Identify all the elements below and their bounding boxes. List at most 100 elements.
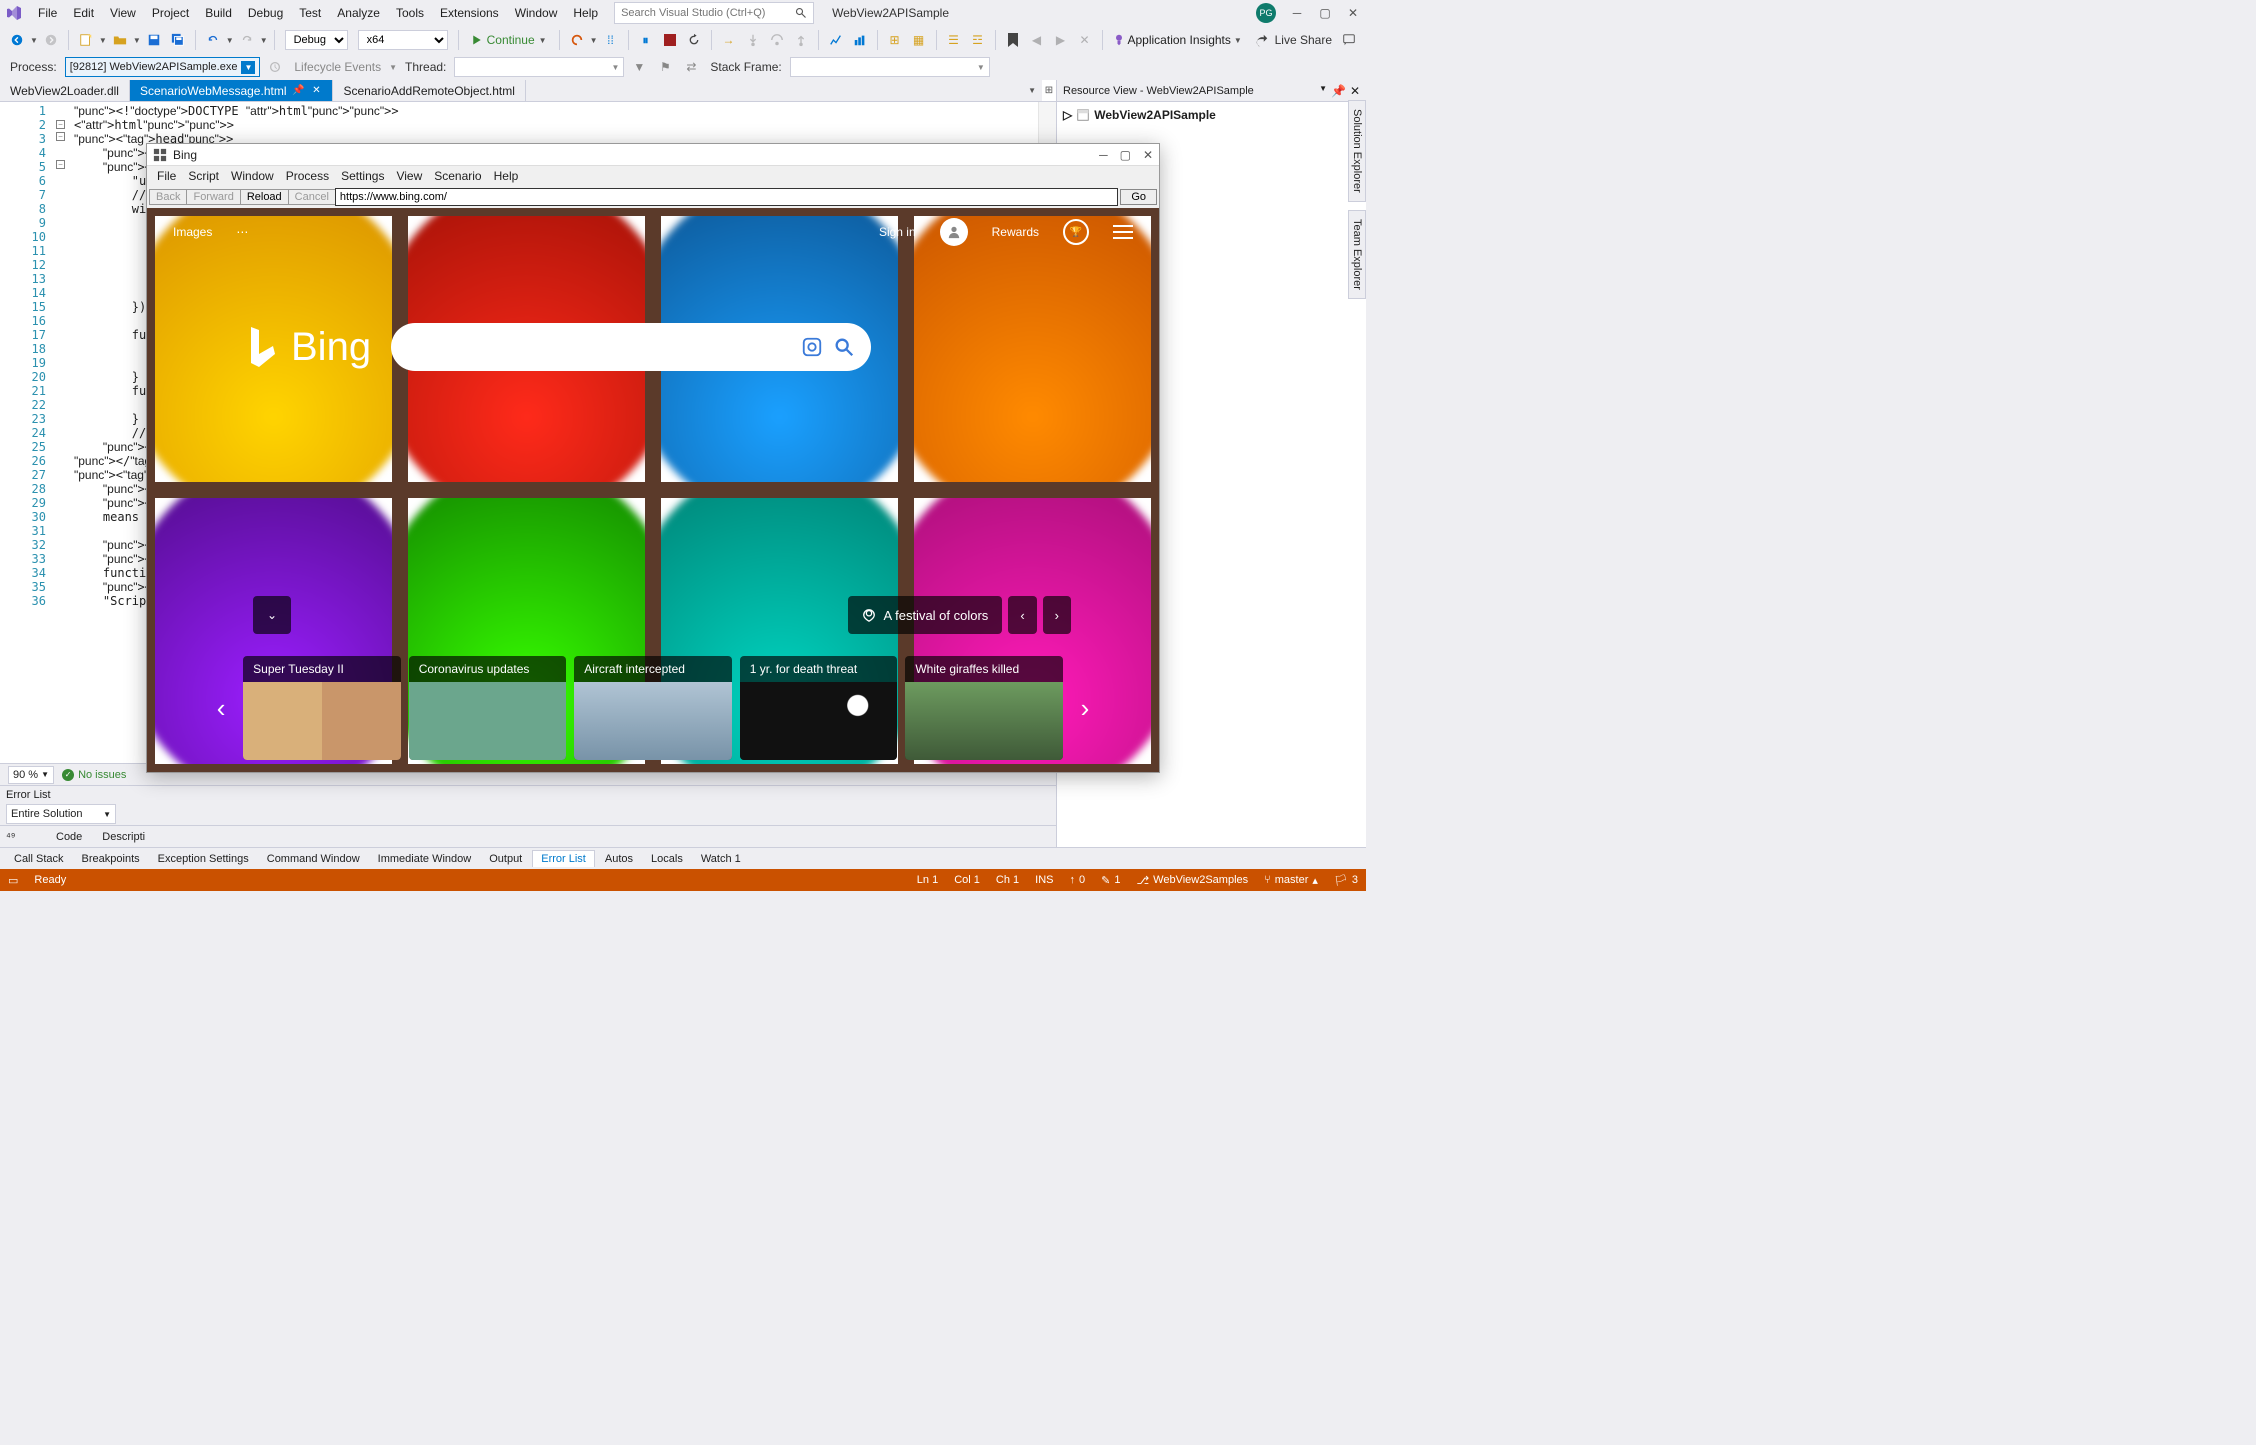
wv2-cancel-button[interactable]: Cancel [288,189,336,205]
split-icon[interactable]: ⊞ [1045,85,1053,96]
filter-icon[interactable]: ▼ [628,56,650,78]
menu-help[interactable]: Help [565,2,606,24]
errlist-col-code[interactable]: Code [56,831,82,843]
wv2-menu-view[interactable]: View [390,169,428,183]
wv2-menu-script[interactable]: Script [182,169,225,183]
menu-file[interactable]: File [30,2,65,24]
bing-hotd-info[interactable]: A festival of colors [848,596,1003,634]
close-tab-icon[interactable]: ✕ [310,85,322,97]
quick-launch-input[interactable] [621,7,781,19]
stop-icon[interactable] [659,29,681,51]
bing-rewards-icon[interactable]: 🏆 [1063,219,1089,245]
nav-forward-icon[interactable] [40,29,62,51]
process-dropdown[interactable]: [92812] WebView2APISample.exe▼ [65,57,261,77]
tab-breakpoints[interactable]: Breakpoints [74,851,148,867]
step-out-icon[interactable] [790,29,812,51]
tool-icon-4[interactable]: ☲ [967,29,989,51]
menu-project[interactable]: Project [144,2,197,24]
save-all-icon[interactable] [167,29,189,51]
platform-dropdown[interactable]: x64 [354,30,452,50]
stack-frame-dropdown[interactable]: ▼ [790,57,990,77]
hot-reload-icon[interactable] [566,29,588,51]
continue-button[interactable]: Continue ▼ [465,33,553,47]
menu-edit[interactable]: Edit [65,2,102,24]
bing-menu-icon[interactable] [1113,225,1133,239]
next-statement-icon[interactable]: → [718,29,740,51]
wv2-menu-settings[interactable]: Settings [335,169,390,183]
lifecycle-icon[interactable] [264,56,286,78]
tab-callstack[interactable]: Call Stack [6,851,72,867]
bookmark-icon[interactable] [1002,29,1024,51]
errlist-scope-dropdown[interactable]: Entire Solution▼ [6,804,116,824]
nav-back-icon[interactable] [6,29,28,51]
bing-search-icon[interactable] [833,336,855,358]
pin-icon[interactable]: 📌 [292,85,304,97]
doc-tab-remoteobj[interactable]: ScenarioAddRemoteObject.html [333,80,525,101]
tab-autos[interactable]: Autos [597,851,641,867]
save-icon[interactable] [143,29,165,51]
live-share-button[interactable]: Live Share [1251,33,1336,47]
wv2-minimize-icon[interactable]: ─ [1099,148,1108,162]
panel-pin-icon[interactable]: 📌 [1331,84,1346,98]
close-button[interactable]: ✕ [1346,6,1360,20]
wv2-back-button[interactable]: Back [149,189,187,205]
chart1-icon[interactable] [825,29,847,51]
tab-immediate[interactable]: Immediate Window [370,851,480,867]
new-item-icon[interactable] [75,29,97,51]
tool-icon-2[interactable]: ▦ [908,29,930,51]
no-issues-indicator[interactable]: ✓No issues [62,769,126,781]
bing-more-icon[interactable]: ⋯ [236,225,248,239]
chart2-icon[interactable] [849,29,871,51]
config-dropdown[interactable]: Debug [281,30,352,50]
carousel-next-icon[interactable]: › [1071,656,1099,760]
wv2-maximize-icon[interactable]: ▢ [1120,148,1131,162]
wv2-reload-button[interactable]: Reload [240,189,289,205]
carousel-item-2[interactable]: Coronavirus updates [409,656,567,760]
carousel-prev-icon[interactable]: ‹ [207,656,235,760]
feedback-icon[interactable] [1338,29,1360,51]
bing-expand-icon[interactable]: ⌄ [253,596,291,634]
tab-overflow-icon[interactable]: ▼ [1028,86,1036,95]
wv2-forward-button[interactable]: Forward [186,189,240,205]
solution-explorer-tab[interactable]: Solution Explorer [1348,100,1366,202]
status-branch[interactable]: ⑂ master ▴ [1264,874,1318,887]
wv2-go-button[interactable]: Go [1120,189,1157,205]
bookmark-clear-icon[interactable]: ✕ [1074,29,1096,51]
minimize-button[interactable]: ─ [1290,6,1304,20]
menu-view[interactable]: View [102,2,144,24]
tool-icon-3[interactable]: ☰ [943,29,965,51]
bing-avatar-icon[interactable] [940,218,968,246]
menu-test[interactable]: Test [291,2,329,24]
flag-icon[interactable]: ⚑ [654,56,676,78]
bing-lens-icon[interactable] [801,336,823,358]
doc-tab-webmessage[interactable]: ScenarioWebMessage.html 📌 ✕ [130,80,334,101]
bing-search-input[interactable] [407,339,791,356]
menu-window[interactable]: Window [507,2,566,24]
menu-build[interactable]: Build [197,2,240,24]
app-insights-button[interactable]: Application Insights ▼ [1109,33,1246,47]
bookmark-prev-icon[interactable]: ◀ [1026,29,1048,51]
bing-images-link[interactable]: Images [173,225,212,239]
wv2-menu-scenario[interactable]: Scenario [428,169,487,183]
bing-signin-link[interactable]: Sign in [879,225,916,239]
panel-close-icon[interactable]: ✕ [1350,84,1360,98]
wv2-titlebar[interactable]: Bing ─ ▢ ✕ [147,144,1159,166]
step-into-icon[interactable] [742,29,764,51]
menu-extensions[interactable]: Extensions [432,2,507,24]
status-notifications[interactable]: 🏳 3 [1334,874,1358,887]
carousel-item-4[interactable]: 1 yr. for death threat [740,656,898,760]
thread-dropdown[interactable]: ▼ [454,57,624,77]
tab-output[interactable]: Output [481,851,530,867]
status-pull[interactable]: ✎ 1 [1101,874,1120,887]
errlist-col-desc[interactable]: Descripti [102,831,145,843]
carousel-item-3[interactable]: Aircraft intercepted [574,656,732,760]
tab-watch[interactable]: Watch 1 [693,851,749,867]
step-over-icon[interactable] [766,29,788,51]
bing-hotd-next[interactable]: › [1043,596,1071,634]
carousel-item-5[interactable]: White giraffes killed [905,656,1063,760]
wv2-menu-process[interactable]: Process [280,169,335,183]
team-explorer-tab[interactable]: Team Explorer [1348,210,1366,299]
menu-analyze[interactable]: Analyze [329,2,388,24]
user-avatar[interactable]: PG [1256,3,1276,23]
wv2-url-input[interactable] [335,188,1118,206]
